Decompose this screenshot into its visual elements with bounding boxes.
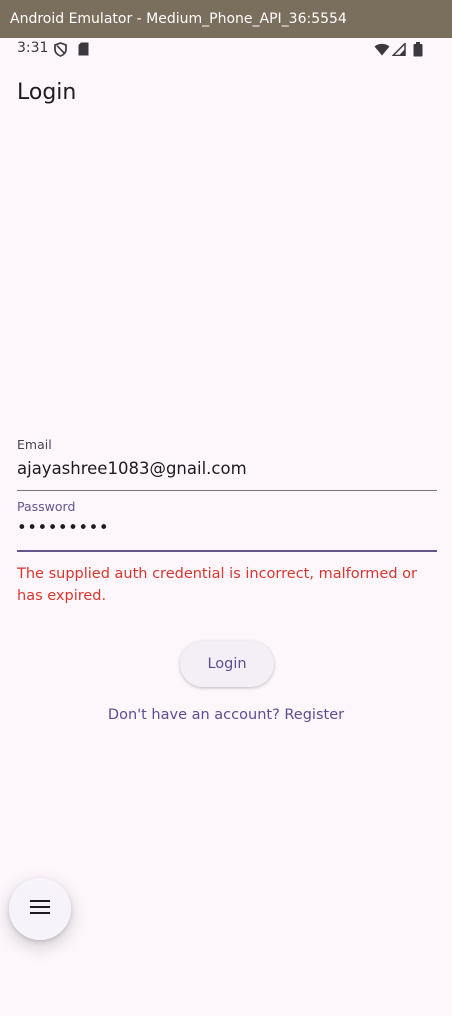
password-label: Password xyxy=(17,499,76,514)
email-field[interactable] xyxy=(17,456,437,480)
error-message: The supplied auth credential is incorrec… xyxy=(17,566,417,604)
menu-fab-button[interactable] xyxy=(9,878,71,940)
signal-icon xyxy=(392,43,406,56)
status-bar: 3:31 xyxy=(0,38,452,62)
wifi-icon xyxy=(374,43,390,56)
sd-card-icon xyxy=(78,42,89,56)
page-title: Login xyxy=(17,80,77,105)
register-link[interactable]: Don't have an account? Register xyxy=(0,707,452,723)
status-time: 3:31 xyxy=(17,40,49,56)
email-underline xyxy=(17,490,437,491)
email-label: Email xyxy=(17,437,52,452)
login-button[interactable]: Login xyxy=(180,641,274,687)
emulator-title-bar: Android Emulator - Medium_Phone_API_36:5… xyxy=(0,0,452,38)
menu-icon xyxy=(30,899,50,919)
shield-icon xyxy=(54,42,67,57)
password-field[interactable]: ••••••••• xyxy=(17,518,437,542)
battery-icon xyxy=(413,42,423,57)
emulator-title: Android Emulator - Medium_Phone_API_36:5… xyxy=(10,11,347,27)
password-underline xyxy=(17,550,437,552)
